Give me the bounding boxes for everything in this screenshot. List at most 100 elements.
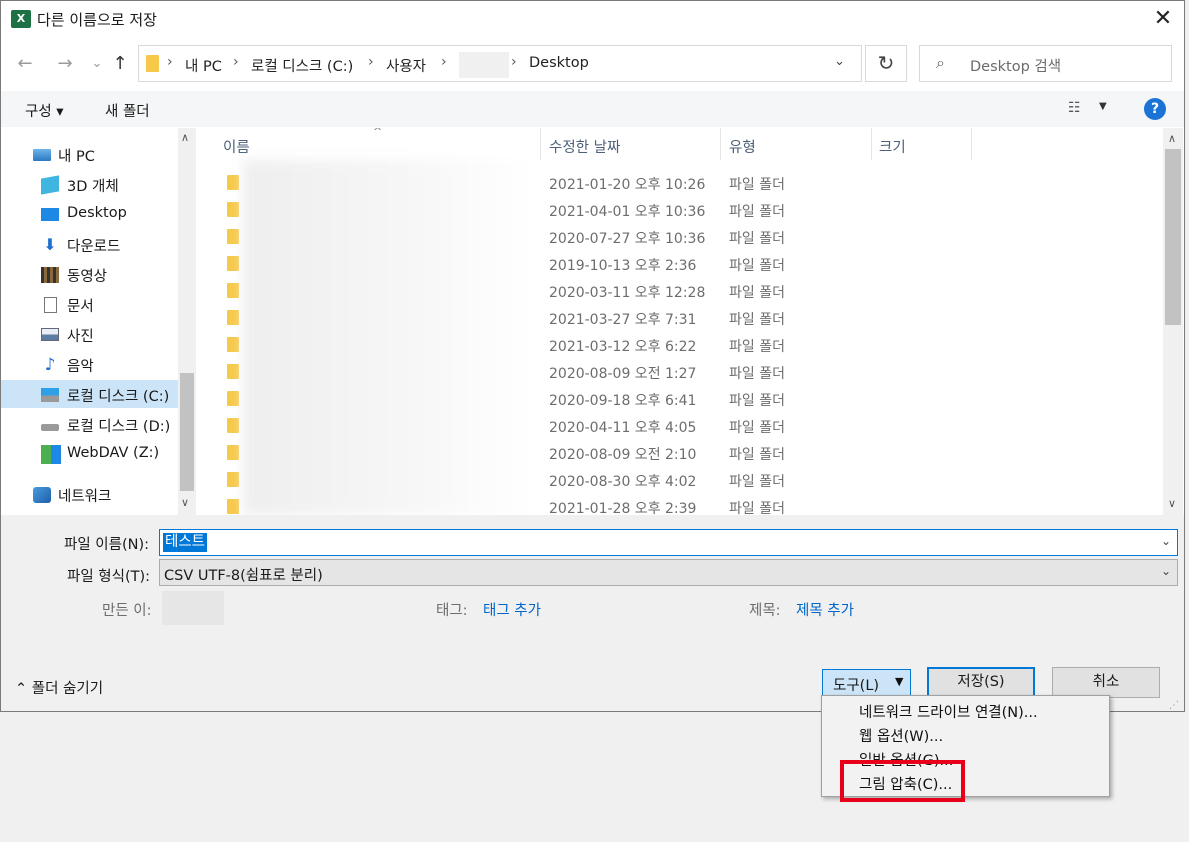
sidebar-item-desktop[interactable]: Desktop — [1, 200, 179, 228]
sidebar-item-label: 다운로드 — [67, 239, 121, 255]
cancel-button[interactable]: 취소 — [1052, 667, 1160, 698]
folder-icon — [227, 364, 239, 379]
view-dropdown-icon[interactable]: ▼ — [1099, 101, 1107, 112]
filetype-label: 파일 형식(T): — [67, 569, 151, 585]
folder-icon — [227, 337, 239, 352]
sidebar-item-webdav[interactable]: WebDAV (Z:) — [1, 440, 179, 468]
folder-icon — [227, 310, 239, 325]
tools-button[interactable]: 도구(L) ▼ — [822, 669, 911, 696]
column-header-size[interactable]: 크기 — [879, 136, 906, 157]
scroll-up-icon[interactable]: ∧ — [1168, 132, 1176, 145]
back-button[interactable]: ← — [13, 51, 37, 77]
refresh-button[interactable]: ↻ — [865, 45, 907, 82]
filename-label: 파일 이름(N): — [64, 537, 150, 553]
close-button[interactable]: ✕ — [1149, 5, 1177, 33]
sort-arrow-icon: ^ — [373, 128, 383, 138]
up-button[interactable]: ↑ — [108, 51, 132, 77]
sidebar-item-downloads[interactable]: ⬇ 다운로드 — [1, 230, 179, 258]
column-header-modified[interactable]: 수정한 날짜 — [549, 136, 620, 157]
filetype-dropdown-icon[interactable]: ⌄ — [1161, 564, 1171, 578]
sidebar-item-label: 내 PC — [58, 149, 95, 165]
file-type: 파일 폴더 — [729, 204, 785, 220]
recent-locations-button[interactable]: ⌄ — [85, 51, 109, 77]
scroll-down-icon[interactable]: ∨ — [1168, 497, 1176, 510]
modified-date: 2020-07-27 오후 10:36 — [549, 231, 706, 247]
breadcrumb-desktop[interactable]: Desktop — [529, 55, 589, 71]
title-label: 제목: — [749, 603, 781, 619]
tools-dropdown-icon[interactable]: ▼ — [895, 675, 903, 688]
resize-grip-icon[interactable]: ⋰ — [1169, 700, 1179, 711]
file-type: 파일 폴더 — [729, 339, 785, 355]
breadcrumb-separator[interactable]: › — [511, 54, 517, 70]
search-icon: ⌕ — [936, 53, 945, 72]
hide-folders-button[interactable]: ⌃ 폴더 숨기기 — [15, 677, 103, 698]
forward-button[interactable]: → — [53, 51, 77, 77]
scroll-down-icon[interactable]: ∨ — [181, 496, 189, 509]
sidebar-item-music[interactable]: ♪ 음악 — [1, 350, 179, 378]
sidebar-item-3d-objects[interactable]: 3D 개체 — [1, 170, 179, 198]
address-dropdown-icon[interactable]: ⌄ — [834, 54, 845, 69]
column-divider[interactable] — [720, 128, 721, 160]
filetype-select[interactable]: CSV UTF-8(쉼표로 분리) ⌄ — [159, 559, 1178, 586]
breadcrumb-users[interactable]: 사용자 — [386, 55, 426, 76]
save-button[interactable]: 저장(S) — [927, 667, 1035, 698]
filename-dropdown-icon[interactable]: ⌄ — [1161, 534, 1171, 548]
file-type: 파일 폴더 — [729, 312, 785, 328]
file-type: 파일 폴더 — [729, 420, 785, 436]
redacted-user-crumb[interactable] — [459, 52, 509, 78]
sidebar-item-local-disk-c[interactable]: 로컬 디스크 (C:) — [1, 380, 179, 408]
document-icon — [44, 297, 57, 313]
column-divider[interactable] — [540, 128, 541, 160]
file-list-scroll-thumb[interactable] — [1165, 149, 1181, 325]
column-header-type[interactable]: 유형 — [729, 136, 756, 157]
filename-field[interactable]: 테스트 ⌄ — [159, 529, 1178, 556]
search-input[interactable]: ⌕ Desktop 검색 — [919, 45, 1172, 82]
windows-drive-icon — [41, 388, 59, 402]
folder-icon — [227, 175, 239, 190]
breadcrumb-separator[interactable]: › — [441, 54, 447, 70]
filename-value[interactable]: 테스트 — [163, 533, 208, 552]
sidebar-item-network[interactable]: 네트워크 — [1, 480, 179, 508]
command-bar: 구성 ▾ 새 폴더 ☷ ▼ ? — [1, 91, 1184, 127]
modified-date: 2020-08-30 오후 4:02 — [549, 474, 697, 490]
breadcrumb-separator[interactable]: › — [368, 54, 374, 70]
save-as-dialog: X 다른 이름으로 저장 ✕ ← → ⌄ ↑ › 내 PC › 로컬 디스크 (… — [0, 0, 1185, 712]
sidebar-item-local-disk-d[interactable]: 로컬 디스크 (D:) — [1, 410, 179, 438]
organize-button[interactable]: 구성 ▾ — [25, 100, 64, 121]
menu-item-map-network-drive[interactable]: 네트워크 드라이브 연결(N)... — [859, 701, 1038, 722]
breadcrumb-separator[interactable]: › — [233, 54, 239, 70]
file-type: 파일 폴더 — [729, 258, 785, 274]
add-title-link[interactable]: 제목 추가 — [796, 599, 854, 620]
new-folder-button[interactable]: 새 폴더 — [105, 100, 150, 121]
folder-icon — [227, 391, 239, 406]
sidebar-item-documents[interactable]: 문서 — [1, 290, 179, 318]
column-divider[interactable] — [871, 128, 872, 160]
breadcrumb-this-pc[interactable]: 내 PC — [185, 55, 222, 76]
address-bar[interactable]: › 내 PC › 로컬 디스크 (C:) › 사용자 › › Desktop ⌄ — [138, 45, 862, 82]
scroll-up-icon[interactable]: ∧ — [181, 131, 189, 144]
modified-date: 2021-01-20 오후 10:26 — [549, 177, 706, 193]
menu-item-web-options[interactable]: 웹 옵션(W)... — [859, 725, 943, 746]
network-drive-icon — [41, 445, 61, 464]
breadcrumb-separator[interactable]: › — [167, 54, 173, 70]
sidebar-item-label: 네트워크 — [58, 489, 112, 505]
file-list: ^ 이름 수정한 날짜 유형 크기 2021-01-20 오후 10:26 파일 … — [197, 128, 1162, 515]
column-divider[interactable] — [971, 128, 972, 160]
navigation-pane: 내 PC 3D 개체 Desktop ⬇ 다운로드 동영상 문서 사진 ♪ 음악 — [1, 128, 196, 515]
sidebar-item-label: Desktop — [67, 205, 127, 221]
modified-date: 2020-04-11 오후 4:05 — [549, 420, 697, 436]
folder-icon — [227, 499, 239, 514]
sidebar-item-this-pc[interactable]: 내 PC — [1, 140, 179, 168]
save-options-area: 파일 이름(N): 테스트 ⌄ 파일 형식(T): CSV UTF-8(쉼표로 … — [1, 515, 1184, 711]
modified-date: 2021-01-28 오후 2:39 — [549, 501, 697, 515]
view-options-icon[interactable]: ☷ — [1068, 100, 1081, 116]
sidebar-item-pictures[interactable]: 사진 — [1, 320, 179, 348]
breadcrumb-local-disk-c[interactable]: 로컬 디스크 (C:) — [251, 55, 353, 76]
add-tag-link[interactable]: 태그 추가 — [483, 599, 541, 620]
column-header-name[interactable]: 이름 — [223, 136, 250, 157]
sidebar-item-label: 사진 — [67, 329, 94, 345]
author-field[interactable] — [162, 591, 224, 625]
help-icon[interactable]: ? — [1144, 98, 1166, 120]
sidebar-scroll-thumb[interactable] — [180, 373, 194, 491]
sidebar-item-videos[interactable]: 동영상 — [1, 260, 179, 288]
